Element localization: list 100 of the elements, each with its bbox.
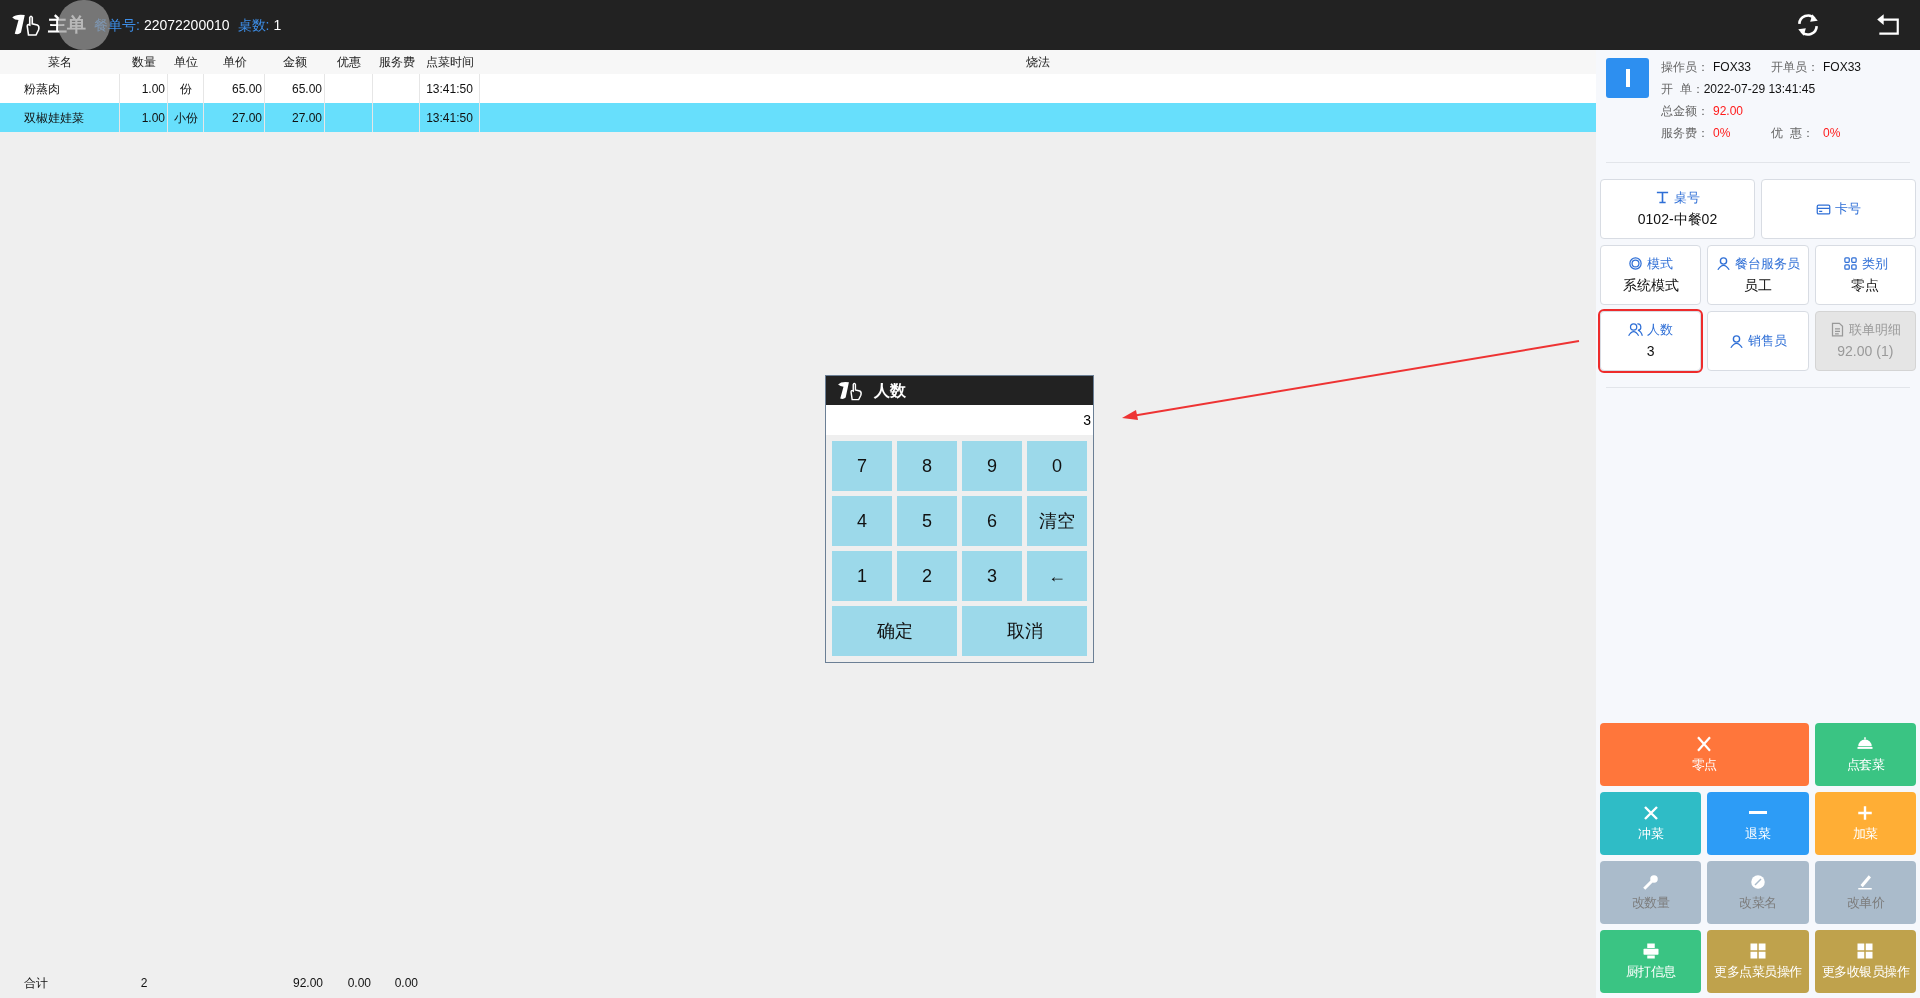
printer-icon <box>1641 941 1660 960</box>
field-tile[interactable]: 模式 系统模式 <box>1600 245 1702 305</box>
tile-label: 桌号 <box>1674 188 1700 207</box>
back-icon <box>1875 12 1901 38</box>
column-header: 优惠 <box>336 54 362 71</box>
dialog-button[interactable]: 确定 <box>832 606 957 656</box>
info-value: FOX33 <box>1713 59 1751 76</box>
field-tile[interactable]: 销售员 <box>1707 311 1809 371</box>
column-header: 服务费 <box>377 54 416 71</box>
person-icon <box>1716 256 1731 271</box>
column-header: 点菜时间 <box>425 54 475 71</box>
keypad-key[interactable]: 6 <box>962 496 1022 546</box>
cross-icon <box>1641 803 1660 822</box>
info-label: 总金额： <box>1661 103 1710 120</box>
total-cell-text: 2 <box>139 975 149 992</box>
tile-label: 联单明细 <box>1848 320 1901 339</box>
column-header: 数量 <box>131 54 157 71</box>
keypad-key[interactable]: 9 <box>962 441 1022 491</box>
keypad-key[interactable]: 7 <box>832 441 892 491</box>
field-tile[interactable]: 人数 3 <box>1600 311 1702 371</box>
input-field[interactable]: 3 <box>826 405 1093 435</box>
grid-icon <box>1856 941 1875 960</box>
field-tile[interactable]: 餐台服务员 员工 <box>1707 245 1809 305</box>
info-label: 服务费： <box>1661 125 1710 142</box>
table-cell-text: 65.00 <box>230 80 263 98</box>
table-cell-text: 13:41:50 <box>425 109 474 127</box>
tile-label: 类别 <box>1861 254 1888 273</box>
ring-icon <box>1628 256 1644 271</box>
keypad-key[interactable]: 2 <box>897 551 957 601</box>
table-cell-text: 1.00 <box>140 80 166 98</box>
keypad-key[interactable]: 清空 <box>1027 496 1087 546</box>
column-header: 金额 <box>282 54 308 71</box>
column-header: 烧法 <box>1025 54 1051 71</box>
person-icon <box>1729 333 1744 349</box>
keypad-key[interactable]: 4 <box>832 496 892 546</box>
document-icon <box>1829 322 1845 337</box>
table-cell-text: 13:41:50 <box>425 80 474 98</box>
keypad-key[interactable]: 1 <box>832 551 892 601</box>
refresh-icon <box>1795 12 1821 38</box>
keypad-key[interactable]: 3 <box>962 551 1022 601</box>
total-cell-text: 0.00 <box>346 975 372 992</box>
tables-count: 1 <box>273 15 282 35</box>
info-label: 开单员： <box>1771 59 1820 76</box>
tile-label: 模式 <box>1647 254 1674 273</box>
tile-value: 92.00 (1) <box>1837 342 1894 362</box>
info-label: 开 单： <box>1661 81 1704 98</box>
dialog-title: 人数 <box>874 380 906 401</box>
tile-value: 系统模式 <box>1622 276 1679 296</box>
table-cell-text: 双椒娃娃菜 <box>23 109 85 127</box>
keypad-key[interactable]: 8 <box>897 441 957 491</box>
tile-label: 人数 <box>1647 320 1674 339</box>
tables-label: 桌数: <box>237 15 270 35</box>
tile-value: 0102-中餐02 <box>1637 210 1718 230</box>
order-label: 餐单号: <box>94 15 140 35</box>
table-row[interactable]: 粉蒸肉 1.00 份 65.00 65.00 13:41:50 <box>0 74 1596 103</box>
table-cell-text: 1.00 <box>140 109 166 127</box>
column-header: 单位 <box>173 54 199 71</box>
info-badge <box>1606 58 1649 98</box>
info-value: 92.00 <box>1713 103 1744 120</box>
keypad-key[interactable]: 5 <box>897 496 957 546</box>
field-tile[interactable]: 卡号 <box>1761 179 1916 239</box>
plus-icon <box>1856 803 1875 822</box>
table-row[interactable]: 双椒娃娃菜 1.00 小份 27.00 27.00 13:41:50 <box>0 103 1596 132</box>
tile-label: 销售员 <box>1748 332 1787 351</box>
order-number: 22072200010 <box>143 15 230 35</box>
table-cell-text: 65.00 <box>290 80 323 98</box>
tile-value: 3 <box>1646 342 1655 362</box>
table-icon <box>1655 190 1670 205</box>
table-cell-text: 粉蒸肉 <box>23 80 61 98</box>
info-value: 0% <box>1713 125 1731 142</box>
info-value: 0% <box>1823 125 1841 142</box>
grid-icon <box>1749 941 1767 960</box>
info-label: 操作员： <box>1661 59 1710 76</box>
card-icon <box>1816 201 1831 217</box>
people-icon <box>1628 322 1644 337</box>
total-cell-text: 92.00 <box>291 975 324 992</box>
tile-value: 零点 <box>1851 276 1880 296</box>
table-cell-text: 份 <box>178 80 193 98</box>
column-header: 菜名 <box>47 54 73 71</box>
tile-label: 卡号 <box>1835 200 1861 219</box>
page-title: 主单 <box>48 12 86 37</box>
keypad-key[interactable]: ← <box>1027 551 1087 601</box>
info-value: 2022-07-29 13:41:45 <box>1703 81 1816 98</box>
compass-icon <box>1749 872 1767 891</box>
grid-icon <box>1842 256 1858 271</box>
dialog-button[interactable]: 取消 <box>962 606 1087 656</box>
tile-value: 员工 <box>1744 276 1772 296</box>
table-cell-text: 27.00 <box>230 109 263 127</box>
column-header: 单价 <box>221 54 248 71</box>
keypad-key[interactable]: 0 <box>1027 441 1087 491</box>
total-cell-text: 0.00 <box>393 975 419 992</box>
minus-icon <box>1749 811 1767 815</box>
field-tile[interactable]: 桌号 0102-中餐02 <box>1600 179 1755 239</box>
wrench-icon <box>1641 872 1660 891</box>
tile-label: 餐台服务员 <box>1735 254 1800 273</box>
table-cell-text: 小份 <box>172 109 199 127</box>
total-cell-text: 合计 <box>23 975 49 992</box>
field-tile[interactable]: 类别 零点 <box>1814 245 1916 305</box>
info-value: FOX33 <box>1823 59 1861 76</box>
table-cell-text: 27.00 <box>290 109 323 127</box>
